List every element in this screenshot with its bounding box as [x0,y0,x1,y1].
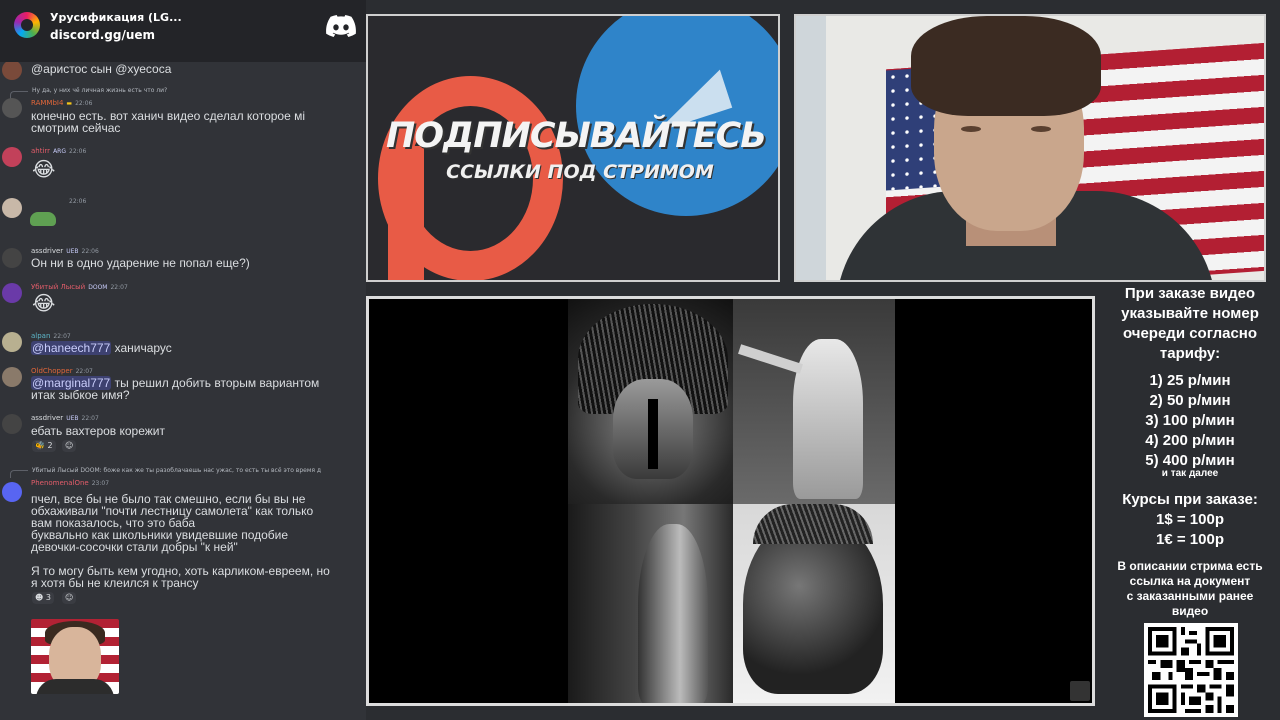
message-text: @haneech777 ханичарус [31,341,172,355]
user-avatar[interactable] [2,98,22,118]
message-author[interactable]: assdriver UEB 22:07 [31,414,99,422]
message-text: @marginal777 ты решил добить вторым вари… [31,376,320,402]
reply-connector [10,470,28,478]
tariff-item: 1) 25 р/мин [1149,372,1231,389]
message-text: конечно есть. вот ханич видео сделал кот… [31,109,306,135]
streamer-eye [1031,126,1051,132]
message-author[interactable]: ahtirr ARG 22:06 [31,147,86,155]
tariff-more: и так далее [1161,468,1219,479]
user-avatar[interactable] [2,147,22,167]
message-author[interactable]: OldChopper 22:07 [31,367,93,375]
message-text: Он ни в одно ударение не попал еще?) [31,256,250,270]
add-reaction-icon[interactable]: ☺ [62,440,77,452]
order-info-panel: При заказе видео указывайте номер очеред… [1100,280,1280,720]
tariff-item: 3) 100 р/мин [1145,412,1235,429]
tariff-item: 2) 50 р/мин [1149,392,1231,409]
server-invite-link[interactable]: discord.gg/uem [50,28,155,42]
server-header[interactable]: Урусификация (LG... discord.gg/uem [0,0,366,62]
qr-code-icon[interactable] [1144,623,1238,717]
server-icon [14,12,40,38]
user-avatar[interactable] [2,367,22,387]
chat-panel: Урусификация (LG... discord.gg/uem @арис… [0,0,366,720]
reply-preview[interactable]: Убитый Лысый DOOM: боже как же ты разобл… [32,467,321,474]
pepe-sticker [30,212,56,226]
corner-thumbnail [1070,681,1090,701]
greek-torso-image [568,504,733,703]
message-author[interactable]: alpan 22:07 [31,332,71,340]
reply-preview[interactable]: Ну да, у них чё личная жизнь есть что ли… [32,87,167,94]
server-name: Урусификация (LG... [50,11,182,24]
patreon-logo-bar [388,146,424,280]
user-avatar[interactable] [2,332,22,352]
order-instructions: При заказе видео указывайте номер очеред… [1121,285,1259,362]
message-author[interactable]: assdriver UEB 22:06 [31,247,99,255]
add-reaction-icon[interactable]: ☺ [62,592,77,604]
description-note: В описании стрима есть ссылка на докумен… [1117,559,1263,618]
user-avatar[interactable] [2,414,22,434]
discord-logo-icon [326,15,356,37]
streamer-eye [961,126,981,132]
emoji-laughing: 😂 [32,157,56,181]
message-author[interactable]: Убитый Лысый DOOM 22:07 [31,283,128,291]
streamer-hair [911,16,1101,116]
roman-statue-image [733,299,895,504]
promo-banner: ПОДПИСЫВАЙТЕСЬ ССЫЛКИ ПОД СТРИМОМ [366,14,780,282]
message-author[interactable]: PhenomenalOne 23:07 [31,479,109,487]
user-avatar[interactable] [2,248,22,268]
discord-default-avatar[interactable] [2,482,22,502]
banner-title: ПОДПИСЫВАЙТЕСЬ [386,116,767,156]
emoji-laughing: 😂 [32,291,56,315]
message-text: @аристос сын @хуесоса [31,62,172,76]
bronze-helmet-image [733,504,895,703]
user-avatar[interactable] [2,198,22,218]
reaction-button[interactable]: 🐝 2 [32,440,56,452]
spartan-helmet-image [568,299,733,504]
currency-rates: Курсы при заказе: 1$ = 100р 1€ = 100р [1122,491,1258,548]
message-text: пчел, все бы не было так смешно, если бы… [31,492,330,590]
user-mention[interactable]: @haneech777 [31,341,112,355]
message-author[interactable]: 22:06 [66,197,86,205]
message-author[interactable]: RAMMbI4 ▬ 22:06 [31,99,92,107]
user-avatar[interactable] [2,60,22,80]
user-avatar[interactable] [2,283,22,303]
webcam-thumbnail [31,619,119,694]
reaction-button[interactable]: ☻ 3 [32,592,54,604]
webcam-feed [794,14,1266,282]
tariff-item: 4) 200 р/мин [1145,432,1235,449]
main-video-screen [366,296,1095,706]
banner-subtitle: ССЫЛКИ ПОД СТРИМОМ [446,161,714,183]
message-text: ебать вахтеров корежит [31,424,165,438]
